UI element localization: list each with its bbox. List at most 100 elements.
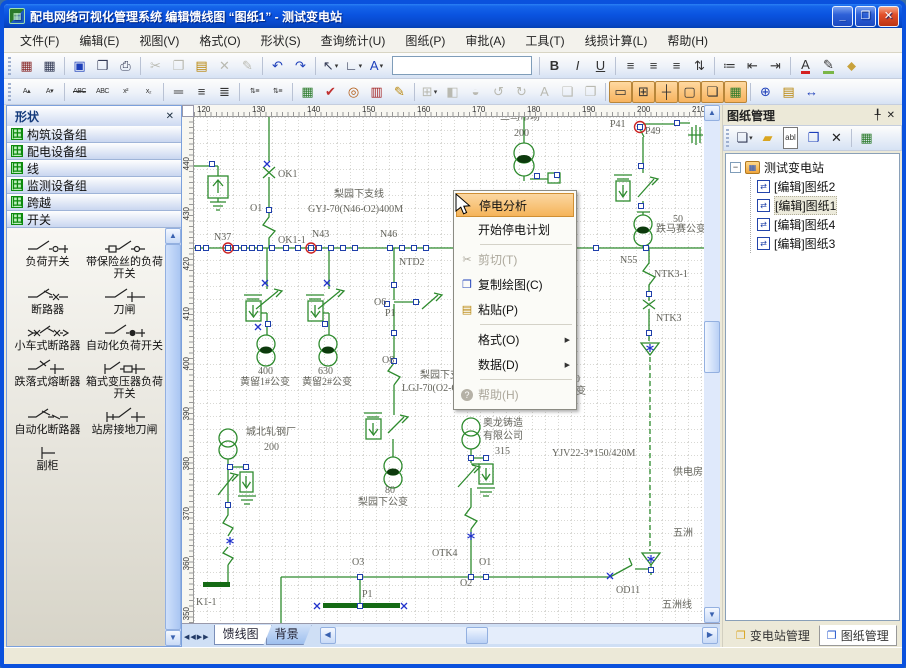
shape-item-fused-load-switch[interactable]: 带保险丝的负荷开关 bbox=[86, 238, 163, 280]
sheet-export-button[interactable]: ▦ bbox=[855, 127, 878, 149]
guides-toggle-button[interactable]: ┼ bbox=[655, 81, 678, 103]
space-above-paragraph-button[interactable]: ⇅≡ bbox=[243, 81, 266, 103]
menu-item-format[interactable]: 格式(O) bbox=[189, 29, 250, 52]
flip-horizontal-button[interactable]: ◧ bbox=[441, 81, 464, 103]
tree-expander[interactable]: − bbox=[730, 162, 741, 173]
context-menu-item-power-cut-analysis[interactable]: 停电分析 bbox=[456, 193, 574, 217]
send-backward-button[interactable]: ❐ bbox=[579, 81, 602, 103]
line-color-button[interactable]: ✎ bbox=[817, 55, 840, 77]
shape-group-1[interactable]: 田配电设备组 bbox=[7, 143, 181, 160]
undo-button[interactable]: ↶ bbox=[266, 55, 289, 77]
shape-item-auto-breaker[interactable]: 自动化断路器 bbox=[9, 406, 86, 436]
shape-item-aux-cabinet[interactable]: 副柜 bbox=[9, 442, 86, 472]
canvas-scroll-up-button[interactable]: ▲ bbox=[704, 105, 720, 121]
rotate-left-button[interactable]: ↺ bbox=[487, 81, 510, 103]
shape-item-knife-switch[interactable]: 刀闸 bbox=[86, 286, 163, 316]
canvas-vscroll-track[interactable] bbox=[704, 121, 720, 607]
canvas-hscroll-track[interactable] bbox=[336, 627, 702, 644]
toolbar-gripper[interactable] bbox=[8, 57, 11, 75]
decrease-font-button[interactable]: A▾ bbox=[38, 81, 61, 103]
redo-button[interactable]: ↷ bbox=[289, 55, 312, 77]
context-menu-item-data[interactable]: 数据(D)▶ bbox=[456, 352, 574, 377]
context-menu-item-help[interactable]: ?帮助(H) bbox=[456, 382, 574, 407]
save-button[interactable]: ▣ bbox=[68, 55, 91, 77]
line-spacing-normal-button[interactable]: ≡ bbox=[190, 81, 213, 103]
page-setup-toggle-button[interactable]: ❏ bbox=[701, 81, 724, 103]
menu-item-edit[interactable]: 编辑(E) bbox=[69, 29, 129, 52]
menu-item-file[interactable]: 文件(F) bbox=[10, 29, 69, 52]
context-menu-item-paste[interactable]: ▤粘贴(P) bbox=[456, 297, 574, 322]
italic-button[interactable]: I bbox=[566, 55, 589, 77]
pan-zoom-button[interactable]: ⊕ bbox=[754, 81, 777, 103]
maximize-button[interactable]: ❒ bbox=[855, 6, 876, 27]
menu-item-tools[interactable]: 工具(T) bbox=[515, 29, 574, 52]
shape-item-load-switch[interactable]: 负荷开关 bbox=[9, 238, 86, 280]
line-spacing-loose-button[interactable]: ≣ bbox=[213, 81, 236, 103]
menu-item-help[interactable]: 帮助(H) bbox=[657, 29, 718, 52]
pointer-tool-dropdown-arrow[interactable]: ▾ bbox=[335, 62, 339, 70]
connector-tool-button[interactable]: ∟▾ bbox=[342, 55, 365, 77]
shape-item-trolley-breaker[interactable]: 小车式断路器 bbox=[9, 322, 86, 352]
toolbar-gripper[interactable] bbox=[8, 83, 11, 101]
context-menu-item-copy-drawing[interactable]: ❐复制绘图(C) bbox=[456, 272, 574, 297]
shape-group-5[interactable]: 田开关 bbox=[7, 211, 181, 228]
tab-sheet-management[interactable]: ❐图纸管理 bbox=[819, 625, 897, 646]
shape-group-0[interactable]: 田构筑设备组 bbox=[7, 126, 181, 143]
sheets-panel-close-button[interactable]: ✕ bbox=[884, 110, 898, 121]
print-preview-button[interactable]: ❐ bbox=[91, 55, 114, 77]
last-page-button[interactable]: ▶ bbox=[203, 634, 208, 641]
line-spacing-tight-button[interactable]: ═ bbox=[167, 81, 190, 103]
text-tool-dropdown-arrow[interactable]: ▾ bbox=[380, 62, 384, 70]
rename-sheet-button[interactable]: abl bbox=[779, 127, 802, 149]
grid-toggle-button[interactable]: ⊞ bbox=[632, 81, 655, 103]
delete-button[interactable]: ✕ bbox=[213, 55, 236, 77]
tree-sheet-item-2[interactable]: ⇄[编辑]图纸4 bbox=[751, 215, 897, 234]
strikethrough-button[interactable]: ABC bbox=[68, 81, 91, 103]
drawing-canvas[interactable]: 三鸟市场200P41P4950跌马赛公变N55NTK3-1NTK3OK1O1OK… bbox=[194, 117, 704, 623]
menu-item-query-stats[interactable]: 查询统计(U) bbox=[311, 29, 396, 52]
subscript-button[interactable]: x₂ bbox=[137, 81, 160, 103]
shape-item-box-transformer-switch[interactable]: 箱式变压器负荷开关 bbox=[86, 358, 163, 400]
align-center-button[interactable]: ≡ bbox=[642, 55, 665, 77]
fill-color-button[interactable]: ⬥ bbox=[840, 55, 863, 77]
shapes-scrollbar[interactable]: ▲ ▼ bbox=[165, 228, 181, 646]
menu-item-approval[interactable]: 审批(A) bbox=[455, 29, 515, 52]
pointer-tool-button[interactable]: ↖▾ bbox=[319, 55, 342, 77]
menu-item-line-loss[interactable]: 线损计算(L) bbox=[575, 29, 658, 52]
vertical-text-button[interactable]: ⇅ bbox=[688, 55, 711, 77]
clear-strikethrough-button[interactable]: ABC bbox=[91, 81, 114, 103]
rotate-right-button[interactable]: ↻ bbox=[510, 81, 533, 103]
minimize-button[interactable]: _ bbox=[832, 6, 853, 27]
canvas-scroll-down-button[interactable]: ▼ bbox=[704, 607, 720, 623]
paste-button[interactable]: ▤ bbox=[190, 55, 213, 77]
prev-page-button[interactable]: ◀ bbox=[190, 634, 195, 641]
align-shapes-dropdown-arrow[interactable]: ▾ bbox=[434, 88, 438, 96]
shapes-panel-close-button[interactable]: ✕ bbox=[163, 111, 177, 122]
first-page-button[interactable]: ◀ bbox=[184, 634, 189, 641]
new-drawing-button[interactable]: ▦ bbox=[15, 55, 38, 77]
context-menu-item-format[interactable]: 格式(O)▶ bbox=[456, 327, 574, 352]
open-table-button[interactable]: ▦ bbox=[38, 55, 61, 77]
shape-group-2[interactable]: 田线 bbox=[7, 160, 181, 177]
tree-sheet-item-3[interactable]: ⇄[编辑]图纸3 bbox=[751, 234, 897, 253]
outdent-button[interactable]: ⇤ bbox=[741, 55, 764, 77]
format-painter-button[interactable]: ✎ bbox=[236, 55, 259, 77]
close-button[interactable]: ✕ bbox=[878, 6, 899, 27]
shape-item-breaker[interactable]: 断路器 bbox=[9, 286, 86, 316]
shape-group-4[interactable]: 田跨越 bbox=[7, 194, 181, 211]
stamp-button[interactable]: ▥ bbox=[365, 81, 388, 103]
increase-font-button[interactable]: A▴ bbox=[15, 81, 38, 103]
move-shape-button[interactable]: ↔ bbox=[800, 81, 823, 103]
rotate-text-button[interactable]: A bbox=[533, 81, 556, 103]
canvas-vertical-scrollbar[interactable]: ▲ ▼ bbox=[704, 105, 720, 623]
new-sheet-dropdown-arrow[interactable]: ▾ bbox=[749, 134, 753, 142]
underline-button[interactable]: U bbox=[589, 55, 612, 77]
font-color-button[interactable]: A bbox=[794, 55, 817, 77]
copy-sheet-button[interactable]: ❐ bbox=[802, 127, 825, 149]
shape-item-auto-load-switch[interactable]: 自动化负荷开关 bbox=[86, 322, 163, 352]
copy-button[interactable]: ❐ bbox=[167, 55, 190, 77]
shapes-scroll-thumb[interactable] bbox=[165, 244, 181, 630]
superscript-button[interactable]: x² bbox=[114, 81, 137, 103]
pin-icon[interactable]: ╀ bbox=[872, 110, 884, 121]
insert-picture-button[interactable]: ▦ bbox=[296, 81, 319, 103]
